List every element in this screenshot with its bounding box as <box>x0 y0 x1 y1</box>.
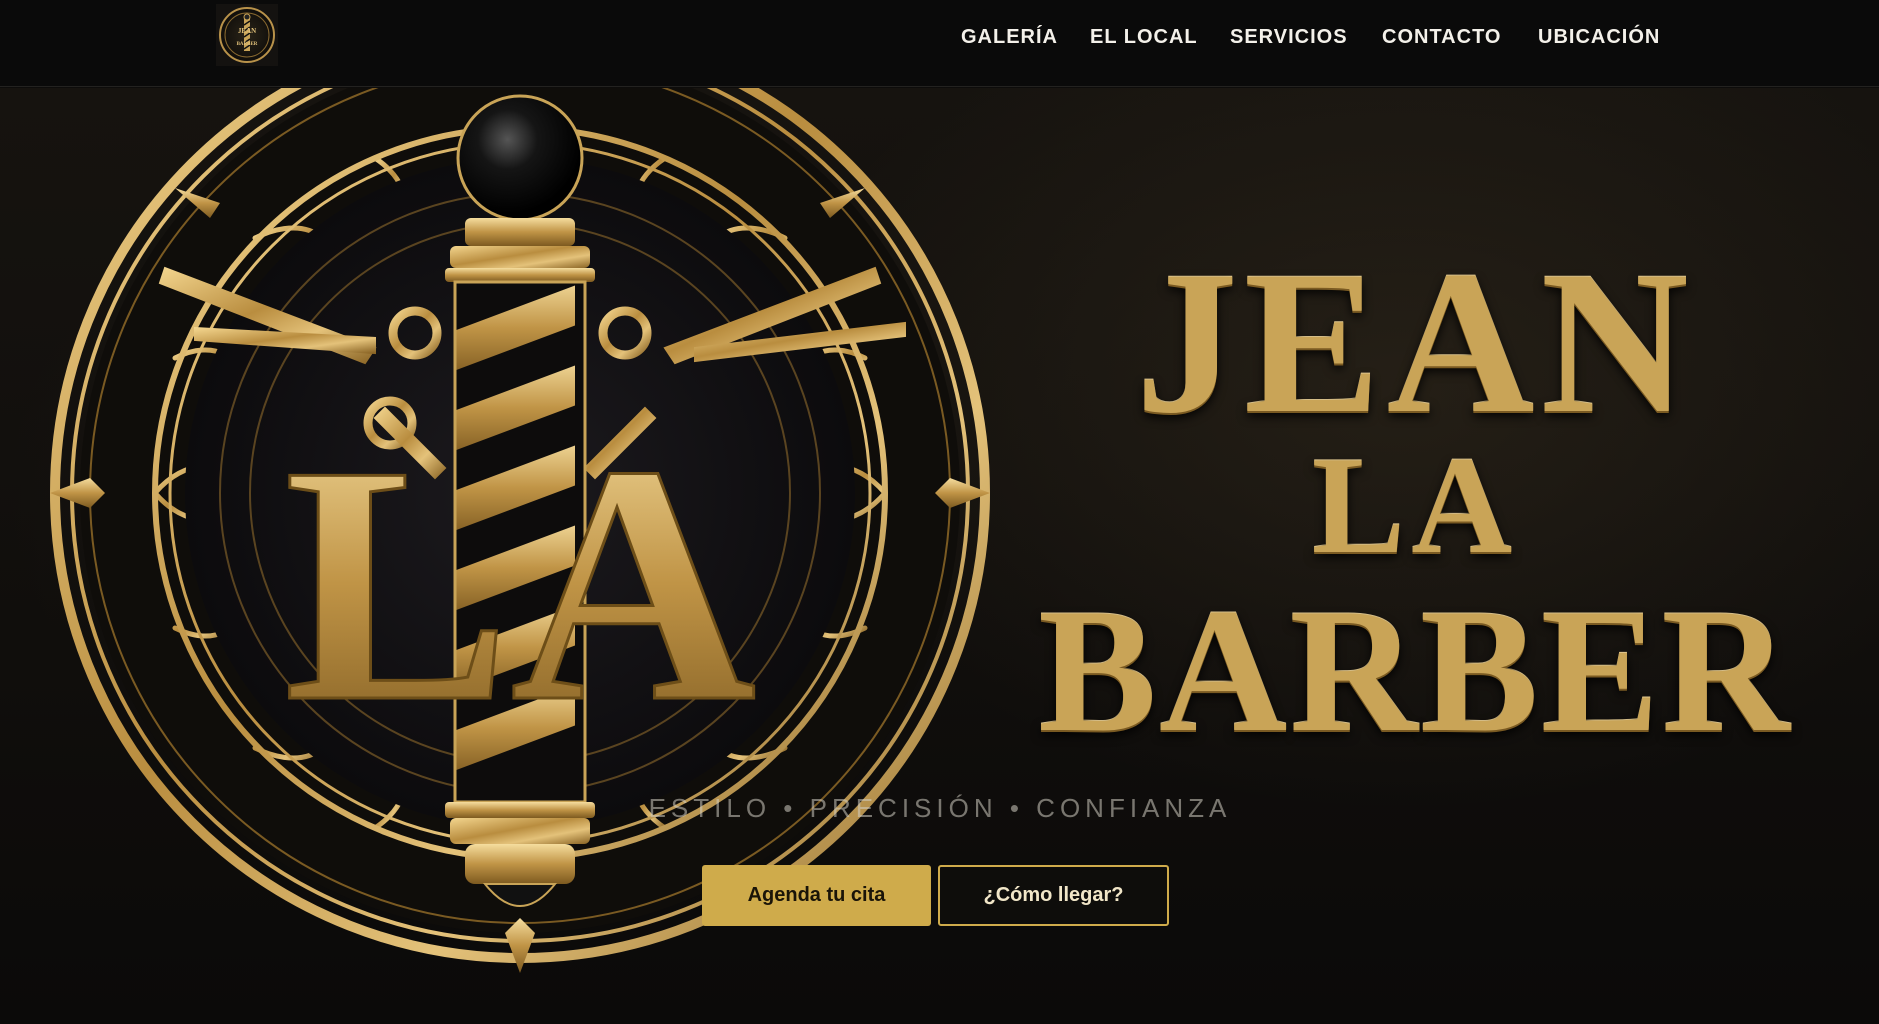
emblem-letters: LA <box>284 395 756 772</box>
nav-el-local[interactable]: EL LOCAL <box>1090 26 1198 49</box>
brand-title-line2: LA <box>1311 428 1519 583</box>
brand-title-line3: BARBER <box>1038 571 1792 769</box>
site-header: JEAN BARBER GALERÍA EL LOCAL SERVICIOS C… <box>0 0 1879 87</box>
nav-servicios[interactable]: SERVICIOS <box>1230 26 1348 49</box>
brand-title-line1: JEAN <box>1135 229 1695 456</box>
nav-ubicacion[interactable]: UBICACIÓN <box>1538 26 1660 49</box>
barber-pole-scissors-emblem-icon: LA <box>50 88 990 973</box>
hero-tagline: ESTILO • PRECISIÓN • CONFIANZA <box>648 793 1232 823</box>
book-appointment-button[interactable]: Agenda tu cita <box>702 865 931 926</box>
directions-button[interactable]: ¿Cómo llegar? <box>938 865 1169 926</box>
hero-section: LA JEAN LA BARBER ESTILO • PRECISIÓN • C… <box>0 88 1879 1024</box>
nav-galeria[interactable]: GALERÍA <box>961 26 1058 49</box>
main-nav: GALERÍA EL LOCAL SERVICIOS CONTACTO UBIC… <box>0 26 1879 56</box>
brand-title: JEAN LA BARBER <box>1000 229 1830 769</box>
nav-contacto[interactable]: CONTACTO <box>1382 26 1501 49</box>
